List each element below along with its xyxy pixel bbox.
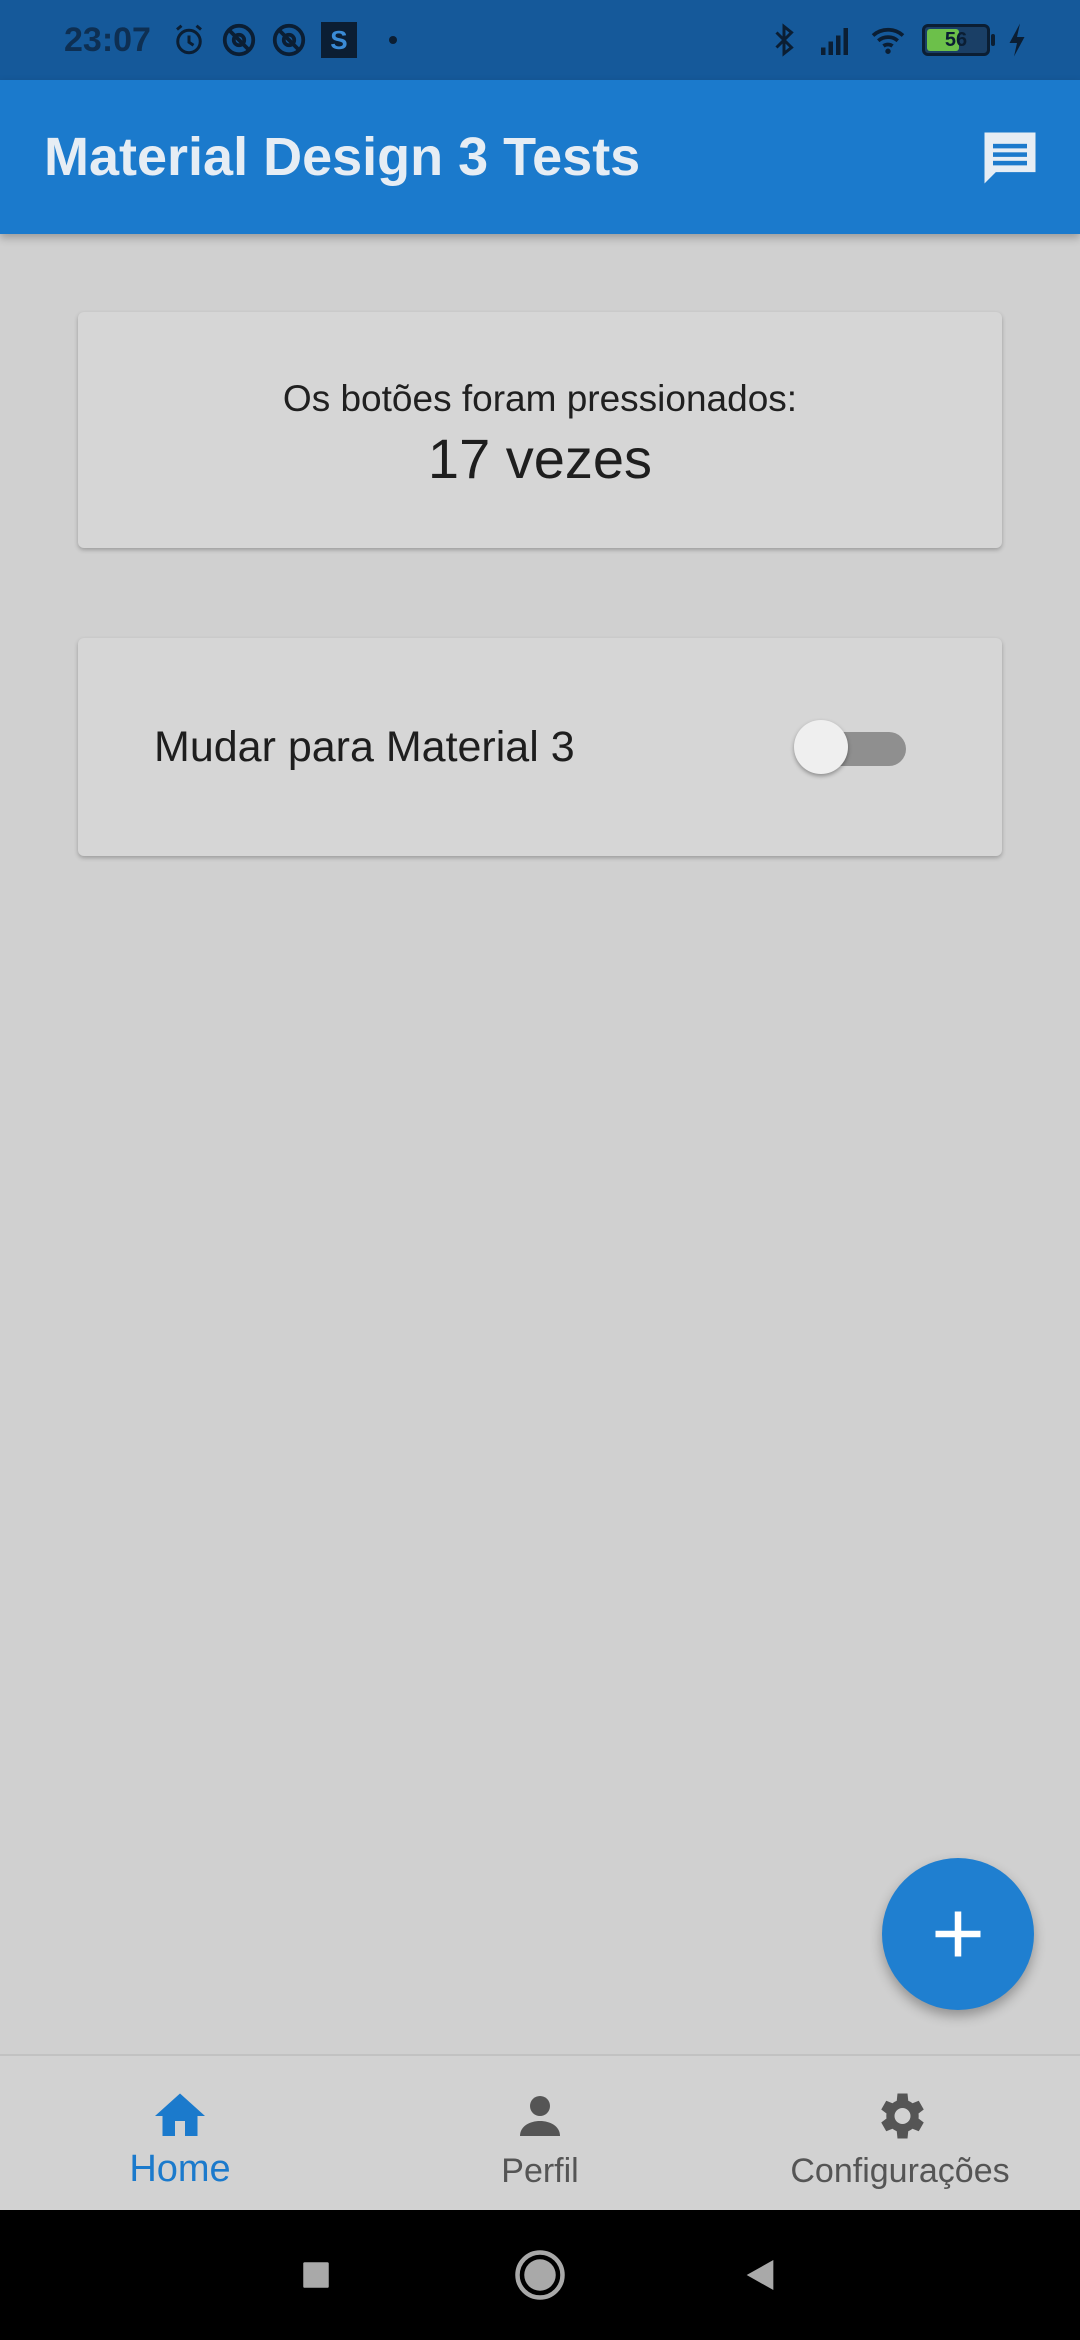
back-triangle-icon	[746, 2260, 774, 2290]
battery-level: 56	[944, 29, 968, 51]
status-right: 56	[766, 0, 1028, 80]
toggle-label: Mudar para Material 3	[154, 723, 575, 771]
alarm-icon	[171, 22, 207, 58]
bottom-navigation: Home Perfil Configurações	[0, 2054, 1080, 2212]
status-bar: 23:07 S 56	[0, 0, 1080, 80]
nav-item-configuracoes[interactable]: Configurações	[720, 2056, 1080, 2212]
battery-icon: 56	[922, 24, 995, 56]
nav-item-home[interactable]: Home	[0, 2056, 360, 2212]
status-time: 23:07	[64, 20, 151, 59]
s-app-icon: S	[320, 22, 357, 58]
switch-thumb	[794, 720, 848, 774]
system-navigation-bar	[0, 2210, 1080, 2340]
at-sign-icon	[271, 22, 307, 58]
charging-icon	[1006, 22, 1028, 58]
counter-label: Os botões foram pressionados:	[282, 378, 798, 419]
home-icon	[155, 2093, 205, 2136]
notification-dot-icon	[388, 36, 397, 44]
message-button[interactable]	[976, 124, 1044, 192]
add-button[interactable]	[882, 1858, 1034, 2010]
counter-card: Os botões foram pressionados: 17 vezes	[78, 312, 1002, 548]
page-title: Material Design 3 Tests	[44, 127, 641, 187]
material3-switch[interactable]	[794, 720, 906, 774]
nav-label-configuracoes: Configurações	[790, 2152, 1010, 2190]
circle-icon	[515, 2250, 565, 2300]
gear-icon	[881, 2093, 924, 2139]
signal-icon	[818, 22, 854, 58]
home-button[interactable]	[510, 2245, 570, 2305]
nav-item-perfil[interactable]: Perfil	[360, 2056, 720, 2212]
counter-value: 17 vezes	[427, 427, 653, 490]
back-button[interactable]	[730, 2245, 790, 2305]
person-icon	[520, 2096, 560, 2136]
recents-button[interactable]	[286, 2245, 346, 2305]
nav-label-perfil: Perfil	[501, 2152, 579, 2190]
plus-icon	[935, 1911, 981, 1957]
at-sign-icon	[221, 22, 257, 58]
material3-toggle-card: Mudar para Material 3	[78, 638, 1002, 856]
app-bar: Material Design 3 Tests	[0, 80, 1080, 234]
nav-label-home: Home	[129, 2148, 231, 2190]
message-icon	[984, 132, 1036, 184]
status-left: 23:07 S	[64, 0, 397, 80]
square-icon	[303, 2262, 329, 2288]
wifi-icon	[870, 22, 906, 58]
bluetooth-icon	[766, 22, 802, 58]
